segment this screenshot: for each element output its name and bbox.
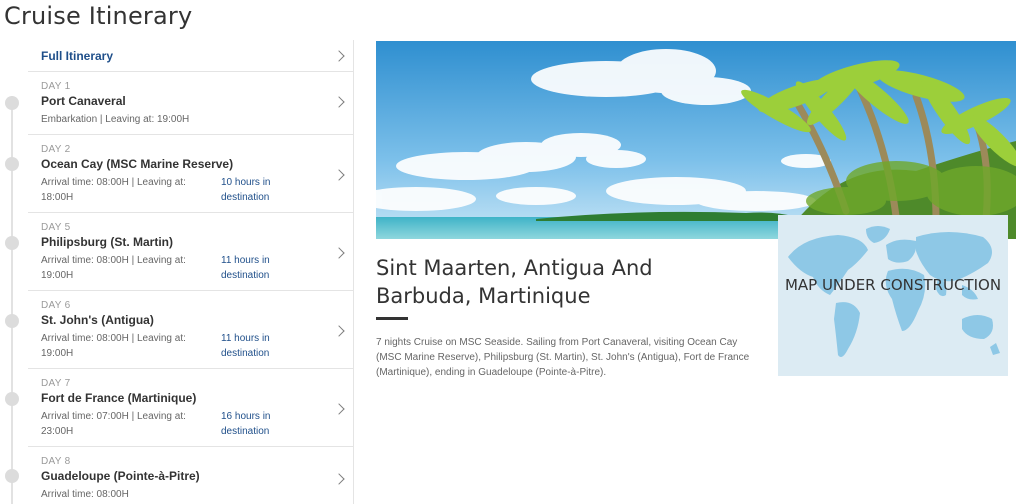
duration-in-destination: 16 hours in destination: [221, 411, 271, 437]
full-itinerary-link[interactable]: Full Itinerary: [28, 40, 354, 72]
duration-in-destination: 10 hours in destination: [221, 177, 271, 203]
itinerary-map[interactable]: MAP UNDER CONSTRUCTION: [778, 215, 1008, 376]
port-name: St. John's (Antigua): [41, 313, 154, 327]
day-label: DAY 8: [41, 456, 71, 467]
timeline-dot: [5, 96, 19, 110]
port-name: Fort de France (Martinique): [41, 391, 197, 405]
port-name: Ocean Cay (MSC Marine Reserve): [41, 157, 234, 171]
cruise-description: 7 nights Cruise on MSC Seaside. Sailing …: [376, 337, 750, 378]
itinerary-day-item[interactable]: DAY 1 Port Canaveral Embarkation | Leavi…: [28, 72, 354, 135]
chevron-right-icon: [333, 473, 345, 485]
timeline-dot: [5, 314, 19, 328]
itinerary-day-item[interactable]: DAY 2 Ocean Cay (MSC Marine Reserve) Arr…: [28, 135, 354, 213]
chevron-right-icon: [333, 96, 345, 108]
port-times: Arrival time: 08:00H | Leaving at: 18:00…: [41, 177, 186, 203]
duration-in-destination: 11 hours in destination: [221, 333, 270, 359]
map-under-construction-label: MAP UNDER CONSTRUCTION: [784, 276, 1002, 294]
port-name: Guadeloupe (Pointe-à-Pitre): [41, 469, 200, 483]
timeline-dot: [5, 392, 19, 406]
cruise-destinations-title: Sint Maarten, Antigua And Barbuda, Marti…: [376, 256, 653, 308]
itinerary-list: Full Itinerary DAY 1 Port Canaveral Emba…: [0, 40, 354, 504]
chevron-right-icon: [333, 247, 345, 259]
full-itinerary-label: Full Itinerary: [41, 49, 114, 63]
port-name: Port Canaveral: [41, 94, 126, 108]
port-times: Arrival time: 08:00H | Leaving at: 19:00…: [41, 255, 186, 281]
destination-hero-image: [376, 41, 1016, 239]
chevron-right-icon: [333, 50, 345, 62]
port-times: Embarkation | Leaving at: 19:00H: [41, 114, 190, 125]
port-times: Arrival time: 08:00H | Leaving at: 19:00…: [41, 333, 186, 359]
port-name: Philipsburg (St. Martin): [41, 235, 173, 249]
chevron-right-icon: [333, 325, 345, 337]
page-title: Cruise Itinerary: [4, 2, 193, 30]
day-label: DAY 6: [41, 300, 71, 311]
chevron-right-icon: [333, 403, 345, 415]
day-label: DAY 5: [41, 222, 71, 233]
timeline-dot: [5, 157, 19, 171]
title-divider: [376, 317, 408, 320]
day-label: DAY 7: [41, 378, 71, 389]
timeline-dot: [5, 236, 19, 250]
itinerary-day-item[interactable]: DAY 6 St. John's (Antigua) Arrival time:…: [28, 291, 354, 369]
timeline-dot: [5, 469, 19, 483]
itinerary-day-item[interactable]: DAY 7 Fort de France (Martinique) Arriva…: [28, 369, 354, 447]
chevron-right-icon: [333, 169, 345, 181]
port-times: Arrival time: 08:00H: [41, 489, 129, 500]
day-label: DAY 1: [41, 81, 71, 92]
itinerary-day-item[interactable]: DAY 5 Philipsburg (St. Martin) Arrival t…: [28, 213, 354, 291]
day-label: DAY 2: [41, 144, 71, 155]
port-times: Arrival time: 07:00H | Leaving at: 23:00…: [41, 411, 186, 437]
duration-in-destination: 11 hours in destination: [221, 255, 270, 281]
itinerary-day-item[interactable]: DAY 8 Guadeloupe (Pointe-à-Pitre) Arriva…: [28, 447, 354, 504]
